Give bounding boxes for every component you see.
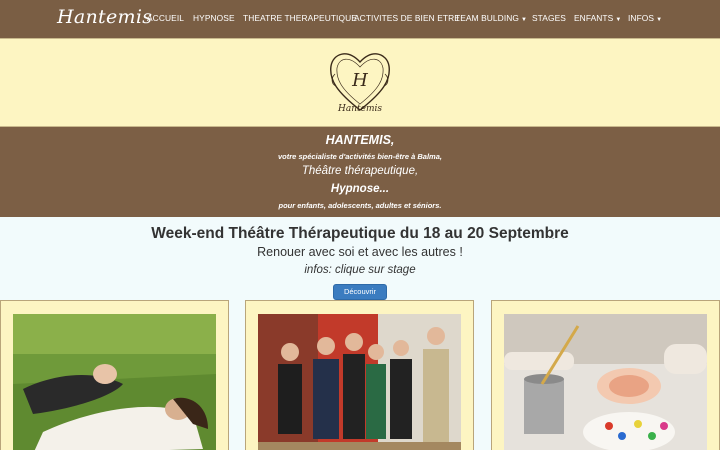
nav-label: HYPNOSE: [193, 13, 235, 23]
nav-item-accueil[interactable]: ACCUEIL: [147, 13, 184, 23]
caret-down-icon: ▼: [615, 17, 622, 23]
nav-label: THEATRE THERAPEUTIQUE: [243, 13, 357, 23]
nav-label: STAGES: [532, 13, 566, 23]
tagline-line-4: pour enfants, adolescents, adultes et sé…: [278, 201, 442, 210]
nav-item-infos[interactable]: INFOS ▼: [628, 13, 662, 23]
logo-monogram: H: [351, 70, 368, 91]
nav-item-stages[interactable]: STAGES: [532, 13, 566, 23]
tagline-banner: HANTEMIS, votre spécialiste d'activités …: [0, 127, 720, 217]
brand-logo[interactable]: Hantemis: [57, 6, 152, 28]
activity-card-painting[interactable]: [491, 300, 720, 450]
tagline-line-1: votre spécialiste d'activités bien-être …: [278, 152, 442, 161]
activity-card-relaxation[interactable]: [0, 300, 229, 450]
relaxation-photo-icon: [13, 314, 216, 450]
event-headline-suffix: :: [552, 232, 555, 241]
tagline-line-2: Théâtre thérapeutique,: [301, 165, 419, 177]
caret-down-icon: ▼: [521, 17, 528, 23]
discover-button[interactable]: Découvrir: [333, 284, 387, 300]
nav-label: INFOS: [628, 13, 655, 23]
nav-label: TEAM BULDING: [455, 13, 520, 23]
event-subline: Renouer avec soi et avec les autres !: [257, 245, 463, 259]
tagline-title: HANTEMIS,: [325, 133, 395, 147]
caret-down-icon: ▼: [656, 17, 663, 23]
nav-item-team-bulding[interactable]: TEAM BULDING ▼: [455, 13, 527, 23]
painting-activity-photo-icon: [504, 314, 707, 450]
event-infos: infos: clique sur stage: [304, 264, 416, 276]
logo-wordmark: Hantemis: [338, 104, 382, 114]
nav-label: ENFANTS: [574, 13, 614, 23]
nav-item-enfants[interactable]: ENFANTS ▼: [574, 13, 621, 23]
activity-card-group[interactable]: [245, 300, 474, 450]
nav-label: ACTIVITES DE BIEN ETRE: [354, 13, 460, 23]
nav-label: ACCUEIL: [147, 13, 185, 23]
tagline-line-3: Hypnose...: [330, 183, 390, 195]
group-costume-photo-icon: [258, 314, 461, 450]
nav-item-hypnose[interactable]: HYPNOSE: [193, 13, 235, 23]
nav-item-theatre-therapeutique[interactable]: THEATRE THERAPEUTIQUE: [243, 13, 357, 23]
nav-item-activites-bien-etre[interactable]: ACTIVITES DE BIEN ETRE: [354, 13, 460, 23]
top-navbar: Hantemis ACCUEIL HYPNOSE THEATRE THERAPE…: [0, 0, 720, 38]
event-headline: Week-end Théâtre Thérapeutique du 18 au …: [151, 225, 569, 242]
